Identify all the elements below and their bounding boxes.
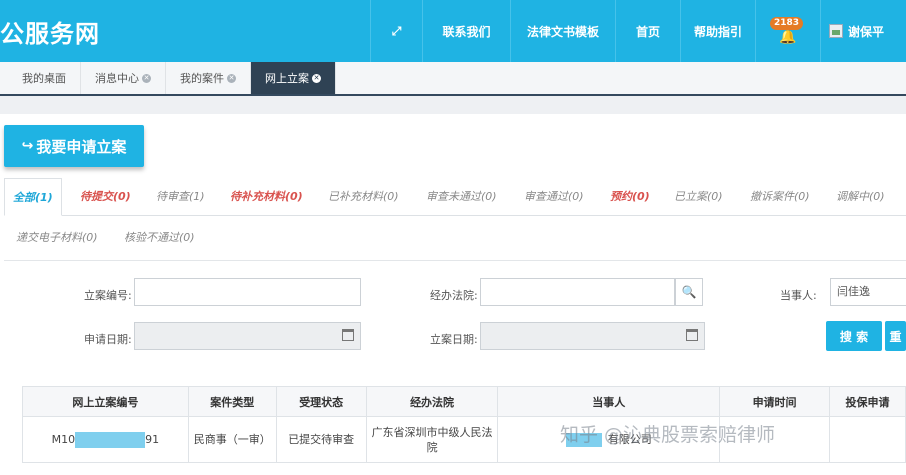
status-tab-all[interactable]: 全部(1): [4, 178, 62, 216]
col-header-party[interactable]: 当事人: [497, 386, 721, 417]
notification-bell[interactable]: 2183 🔔: [755, 0, 820, 62]
court-input[interactable]: [480, 278, 675, 306]
page-tabs: 我的桌面 消息中心 ✕ 我的案件 ✕ 网上立案 ✕: [0, 62, 906, 96]
apply-filing-label: 我要申请立案: [36, 137, 127, 156]
close-icon[interactable]: ✕: [227, 73, 236, 83]
case-no-input[interactable]: [134, 278, 361, 306]
nav-help-guide[interactable]: 帮助指引: [680, 0, 755, 62]
tab-label: 网上立案: [265, 72, 309, 85]
search-icon: 🔍: [681, 285, 697, 299]
status-tab-withdrawn[interactable]: 撤诉案件(0): [750, 178, 810, 216]
party-name: 有限公司: [607, 433, 652, 446]
apply-date-input[interactable]: [134, 322, 361, 350]
col-header-case-no[interactable]: 网上立案编号: [22, 386, 189, 417]
status-tab-review-failed[interactable]: 审查未通过(0): [426, 178, 497, 216]
cell-apply-time: [719, 416, 830, 463]
apply-date-label: 申请日期:: [84, 333, 132, 346]
party-label: 当事人:: [780, 289, 817, 302]
status-tab-appointment[interactable]: 预约(0): [610, 178, 650, 216]
redaction-mask: [75, 431, 146, 448]
tab-label: 我的案件: [180, 72, 224, 85]
cell-court: 广东省深圳市中级人民法院: [365, 416, 499, 463]
status-tab-to-review[interactable]: 待审查(1): [156, 178, 205, 216]
notification-count-badge: 2183: [770, 17, 804, 30]
close-icon[interactable]: ✕: [312, 73, 321, 83]
search-panel: 立案编号: 经办法院: 🔍 当事人: 闫佳逸 申请日期: 立案日期: 搜 索 重: [4, 260, 906, 364]
tab-my-cases[interactable]: 我的案件 ✕: [166, 62, 251, 94]
cell-status: 已提交待审查: [275, 416, 367, 463]
user-name: 谢保平: [848, 24, 885, 39]
search-button[interactable]: 搜 索: [826, 321, 882, 351]
table-row[interactable]: M10 91 民商事（一审） 已提交待审查 广东省深圳市中级人民法院 有限公司: [22, 416, 906, 463]
tab-online-filing[interactable]: 网上立案 ✕: [251, 62, 336, 94]
close-icon[interactable]: ✕: [142, 73, 151, 83]
top-nav: ⤢ 联系我们 法律文书模板 首页 帮助指引 2183 🔔 谢保平: [370, 0, 906, 62]
arrow-icon: ↪: [21, 138, 34, 154]
status-tab-filed[interactable]: 已立案(0): [674, 178, 723, 216]
tab-label: 我的桌面: [22, 72, 66, 85]
fullscreen-expand-icon[interactable]: ⤢: [370, 0, 422, 62]
divider-band: [0, 96, 906, 114]
expand-icon: ⤢: [391, 23, 402, 38]
col-header-case-type[interactable]: 案件类型: [187, 386, 277, 417]
status-tab-verify-failed[interactable]: 核验不通过(0): [124, 224, 195, 252]
nav-legal-templates[interactable]: 法律文书模板: [510, 0, 615, 62]
redaction-mask: [565, 433, 602, 447]
tab-my-desktop[interactable]: 我的桌面: [8, 62, 81, 94]
case-no-suffix: 91: [145, 432, 160, 446]
court-label: 经办法院:: [430, 289, 478, 302]
calendar-icon: [342, 329, 354, 341]
tab-label: 消息中心: [95, 72, 139, 85]
nav-contact-us[interactable]: 联系我们: [422, 0, 510, 62]
file-date-input[interactable]: [480, 322, 705, 350]
tab-message-center[interactable]: 消息中心 ✕: [81, 62, 166, 94]
avatar: [829, 24, 843, 38]
bell-icon: 🔔: [779, 29, 797, 45]
top-bar: 公服务网 ⤢ 联系我们 法律文书模板 首页 帮助指引 2183 🔔 谢保平: [0, 0, 906, 62]
cell-party: 有限公司: [497, 416, 721, 463]
status-filter-tabs: 全部(1) 待提交(0) 待审查(1) 待补充材料(0) 已补充材料(0) 审查…: [4, 178, 906, 216]
col-header-insurance[interactable]: 投保申请: [829, 386, 906, 417]
status-tab-supplemented[interactable]: 已补充材料(0): [328, 178, 399, 216]
status-tab-mediating[interactable]: 调解中(0): [836, 178, 885, 216]
results-table: 网上立案编号 案件类型 受理状态 经办法院 当事人 申请时间 投保申请 M10 9…: [22, 386, 906, 463]
status-tab-to-submit[interactable]: 待提交(0): [80, 178, 131, 216]
table-header-row: 网上立案编号 案件类型 受理状态 经办法院 当事人 申请时间 投保申请: [22, 386, 906, 417]
case-no-label: 立案编号:: [84, 289, 132, 302]
col-header-court[interactable]: 经办法院: [365, 386, 499, 417]
nav-home[interactable]: 首页: [615, 0, 680, 62]
cell-case-no[interactable]: M10 91: [22, 416, 189, 463]
status-tab-review-passed[interactable]: 审查通过(0): [524, 178, 584, 216]
calendar-icon: [686, 329, 698, 341]
user-menu[interactable]: 谢保平: [820, 0, 906, 62]
apply-filing-button[interactable]: ↪ 我要申请立案: [4, 125, 144, 167]
site-brand: 公服务网: [0, 20, 100, 48]
party-input[interactable]: 闫佳逸: [830, 278, 906, 306]
cell-insurance: [829, 416, 906, 463]
status-tab-e-materials[interactable]: 递交电子材料(0): [16, 224, 98, 252]
col-header-apply-time[interactable]: 申请时间: [719, 386, 830, 417]
reset-button[interactable]: 重: [885, 321, 906, 351]
cell-case-type: 民商事（一审）: [187, 416, 277, 463]
file-date-label: 立案日期:: [430, 333, 478, 346]
case-no-prefix: M10: [51, 432, 76, 446]
status-tab-to-supplement[interactable]: 待补充材料(0): [230, 178, 303, 216]
col-header-status[interactable]: 受理状态: [275, 386, 367, 417]
court-search-button[interactable]: 🔍: [675, 278, 703, 306]
